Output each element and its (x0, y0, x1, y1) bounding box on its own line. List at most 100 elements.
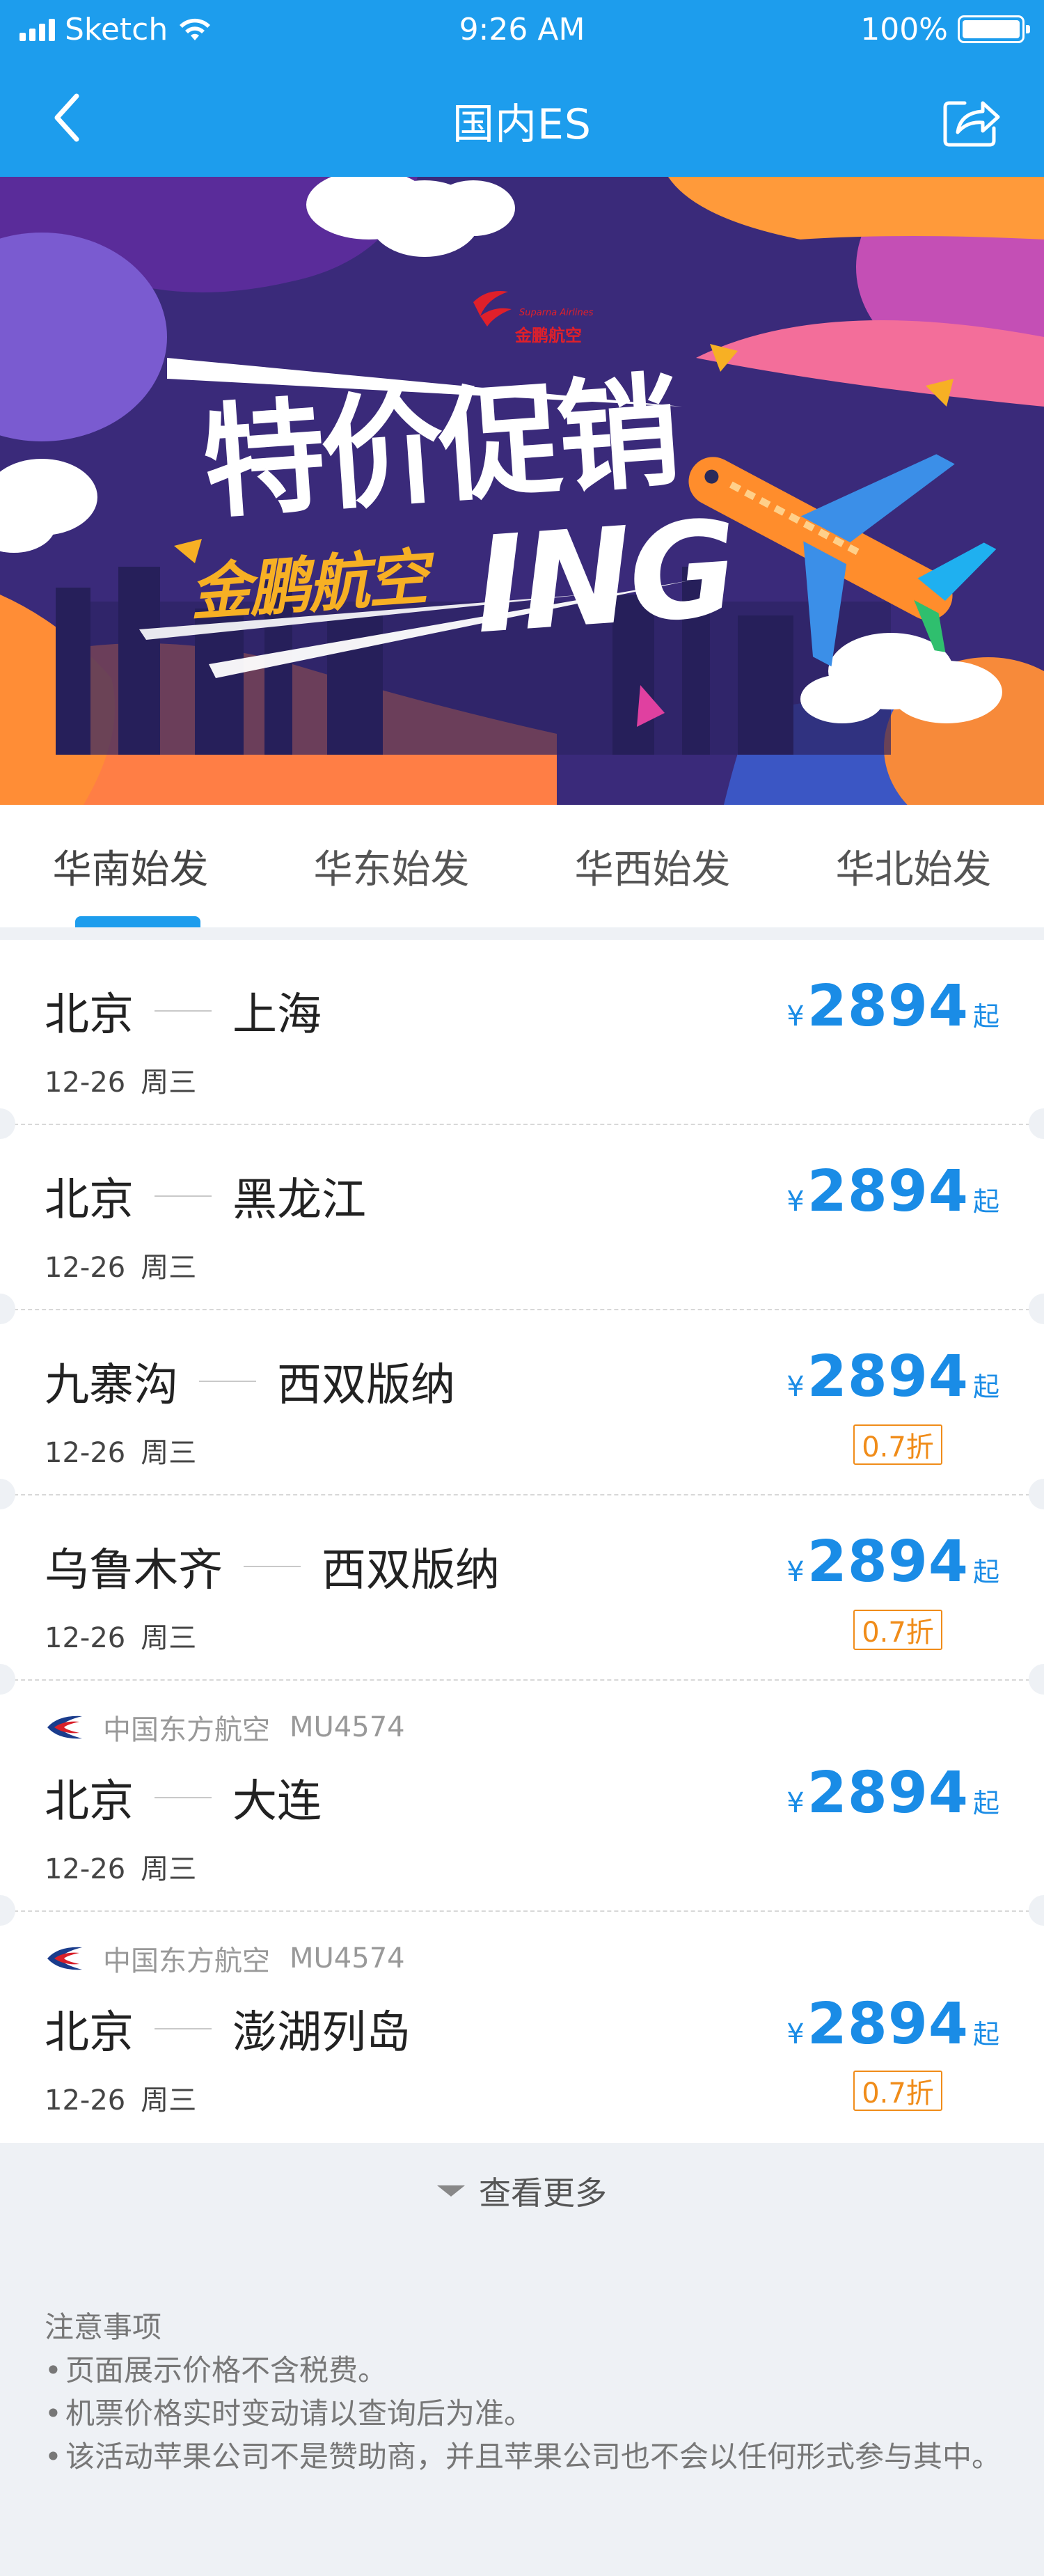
tab-label: 华北始发 (835, 847, 992, 893)
route-from: 北京 (45, 1776, 134, 1828)
status-right: 100% (860, 11, 1030, 47)
tab-east-china[interactable]: 华东始发 (261, 805, 522, 927)
banner-brand: 金鹏航空 (187, 541, 429, 629)
battery-icon (958, 15, 1030, 43)
tab-label: 华东始发 (313, 847, 470, 893)
currency-symbol: ¥ (786, 1787, 805, 1819)
route-card[interactable]: 北京 上海 12-26 周三 ¥ 2894 起 (0, 940, 1044, 1139)
route-date: 12-26 周三 (45, 1430, 196, 1470)
route-weekday: 周三 (141, 1853, 197, 1885)
route-price: ¥ 2894 起 (786, 1159, 999, 1225)
price-amount: 2894 (807, 1760, 969, 1826)
route-to: 大连 (232, 1776, 322, 1828)
price-amount: 2894 (807, 1991, 969, 2057)
route-date-value: 12-26 (45, 1853, 126, 1885)
route-cities: 北京 黑龙江 (45, 1164, 366, 1228)
route-from: 九寨沟 (45, 1360, 178, 1411)
notice-text: 该活动苹果公司不是赞助商，并且苹果公司也不会以任何形式参与其中。 (65, 2440, 1002, 2474)
promo-banner[interactable]: Suparna Airlines 金鹏航空 特价促销 ING 金鹏航空 (0, 177, 1044, 805)
route-cities: 北京 澎湖列岛 (45, 1997, 411, 2061)
route-from: 北京 (45, 2007, 134, 2059)
route-date-value: 12-26 (45, 1252, 126, 1284)
china-eastern-logo-icon (47, 1715, 82, 1739)
discount-badge: 0.7折 (853, 1610, 942, 1650)
route-dash (199, 1381, 256, 1382)
wifi-icon (180, 18, 211, 40)
china-eastern-logo-icon (47, 1947, 82, 1970)
route-cities: 北京 上海 (45, 979, 322, 1043)
bullet-icon: • (45, 2440, 62, 2474)
status-left: Sketch (19, 12, 212, 47)
carrier-label: Sketch (65, 11, 168, 47)
price-suffix: 起 (972, 1186, 999, 1217)
route-price: ¥ 2894 起 (786, 1529, 999, 1595)
route-to: 西双版纳 (277, 1360, 455, 1411)
route-dash (155, 1195, 212, 1197)
flight-number: MU4574 (290, 1711, 405, 1743)
tab-label: 华西始发 (574, 847, 731, 893)
currency-symbol: ¥ (786, 1556, 805, 1588)
route-date: 12-26 周三 (45, 1615, 196, 1656)
banner-ing: ING (470, 491, 741, 663)
route-price: ¥ 2894 起 (786, 1991, 999, 2057)
airline-name: 中国东方航空 (103, 1714, 270, 1746)
route-card[interactable]: 北京 黑龙江 12-26 周三 ¥ 2894 起 (0, 1125, 1044, 1324)
tab-north-china[interactable]: 华北始发 (783, 805, 1044, 927)
currency-symbol: ¥ (786, 1000, 805, 1032)
currency-symbol: ¥ (786, 1186, 805, 1218)
battery-fill (963, 20, 1020, 38)
route-price: ¥ 2894 起 (786, 1760, 999, 1826)
route-to: 澎湖列岛 (232, 2007, 411, 2059)
price-amount: 2894 (807, 973, 969, 1039)
share-icon[interactable] (940, 88, 1002, 150)
route-list: 北京 上海 12-26 周三 ¥ 2894 起 北京 黑龙江 12-26 周三 ¥ … (0, 940, 1044, 2143)
route-card[interactable]: 乌鲁木齐 西双版纳 12-26 周三 ¥ 2894 起 0.7折 (0, 1495, 1044, 1695)
price-suffix: 起 (972, 1557, 999, 1587)
route-cities: 乌鲁木齐 西双版纳 (45, 1534, 500, 1599)
route-dash (244, 1566, 301, 1567)
bullet-icon: • (45, 2353, 62, 2387)
notice-item: • 页面展示价格不含税费。 (45, 2349, 1005, 2392)
tab-active-indicator (75, 916, 200, 927)
airline-info: 中国东方航空 MU4574 (45, 1938, 405, 1979)
route-card[interactable]: 中国东方航空 MU4574 北京 大连 12-26 周三 ¥ 2894 起 (0, 1681, 1044, 1926)
notice-item: • 该活动苹果公司不是赞助商，并且苹果公司也不会以任何形式参与其中。 (45, 2435, 1005, 2479)
price-suffix: 起 (972, 1001, 999, 1032)
price-suffix: 起 (972, 1372, 999, 1402)
route-price: ¥ 2894 起 (786, 973, 999, 1039)
route-card[interactable]: 中国东方航空 MU4574 北京 澎湖列岛 12-26 周三 ¥ 2894 起 0… (0, 1912, 1044, 2143)
page-title: 国内ES (452, 100, 592, 149)
status-bar: Sketch 9:26 AM 100% (0, 0, 1044, 58)
battery-percent: 100% (860, 11, 948, 47)
flight-number: MU4574 (290, 1942, 405, 1974)
price-amount: 2894 (807, 1344, 969, 1410)
tab-west-china[interactable]: 华西始发 (522, 805, 783, 927)
route-cities: 北京 大连 (45, 1766, 322, 1830)
route-date: 12-26 周三 (45, 1060, 196, 1100)
route-to: 上海 (232, 989, 322, 1041)
route-date: 12-26 周三 (45, 2078, 196, 2118)
notice-text: 机票价格实时变动请以查询后为准。 (65, 2396, 534, 2430)
route-from: 乌鲁木齐 (45, 1545, 223, 1596)
notice-section: 注意事项 • 页面展示价格不含税费。 • 机票价格实时变动请以查询后为准。 • 该活动… (45, 2306, 1005, 2479)
tab-south-china[interactable]: 华南始发 (0, 805, 261, 927)
route-price: ¥ 2894 起 (786, 1344, 999, 1410)
notice-text: 页面展示价格不含税费。 (65, 2353, 388, 2387)
currency-symbol: ¥ (786, 2018, 805, 2050)
route-date: 12-26 周三 (45, 1245, 196, 1285)
notice-title: 注意事项 (45, 2310, 162, 2344)
route-from: 北京 (45, 1175, 134, 1226)
discount-badge: 0.7折 (853, 1424, 942, 1465)
price-amount: 2894 (807, 1529, 969, 1595)
price-amount: 2894 (807, 1159, 969, 1225)
route-dash (155, 2028, 212, 2029)
airline-info: 中国东方航空 MU4574 (45, 1707, 405, 1748)
route-card[interactable]: 九寨沟 西双版纳 12-26 周三 ¥ 2894 起 0.7折 (0, 1310, 1044, 1509)
nav-bar: 国内ES (0, 58, 1044, 177)
route-date: 12-26 周三 (45, 1846, 196, 1887)
price-suffix: 起 (972, 1788, 999, 1819)
see-more-button[interactable]: 查看更多 (0, 2146, 1044, 2236)
discount-badge: 0.7折 (853, 2071, 942, 2111)
route-date-value: 12-26 (45, 1437, 126, 1469)
route-date-value: 12-26 (45, 2084, 126, 2116)
